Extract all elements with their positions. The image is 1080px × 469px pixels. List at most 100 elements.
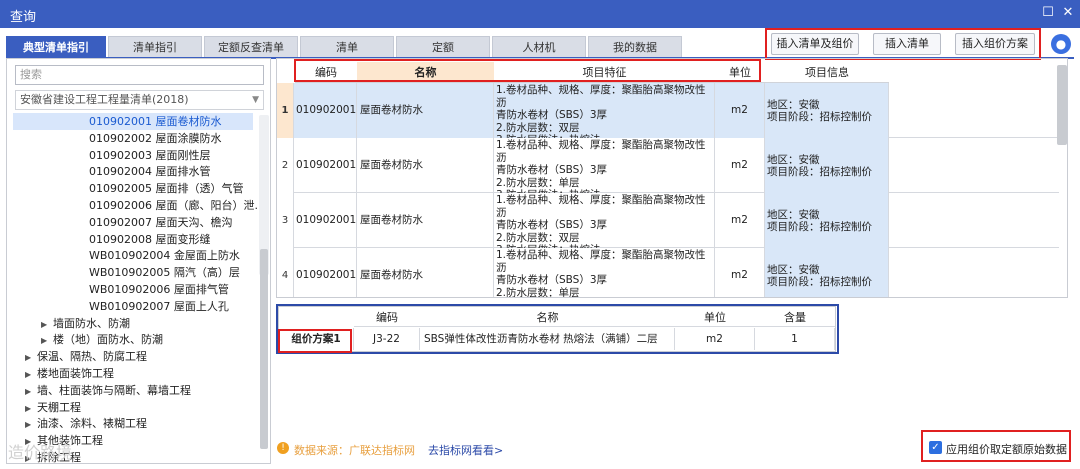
chevron-right-icon[interactable]: ▶ (25, 349, 37, 366)
tree-item[interactable]: 010902008 屋面变形缝 (89, 231, 210, 248)
tab-typical-list[interactable]: 典型清单指引 (6, 36, 106, 58)
cell-name[interactable]: 屋面卷材防水 (357, 193, 494, 248)
tree-item-label: 010902003 屋面刚性层 (89, 148, 211, 162)
tree-item-label: 010902008 屋面变形缝 (89, 232, 211, 246)
info-icon: ! (277, 442, 289, 454)
cell-info[interactable]: 地区：安徽 项目阶段：招标控制价 (765, 193, 889, 248)
cell-name[interactable]: 屋面卷材防水 (357, 83, 494, 138)
grid-scrollbar-thumb[interactable] (1057, 65, 1067, 145)
tree-item[interactable]: ▶ 墙、柱面装饰与隔断、幕墙工程 (25, 382, 191, 399)
maximize-icon[interactable]: ☐ (1040, 5, 1056, 21)
cell-name[interactable]: 屋面卷材防水 (357, 248, 494, 297)
tree-item[interactable]: 010902002 屋面涂膜防水 (89, 130, 221, 147)
plan-header-code: 编码 (354, 309, 420, 327)
tab-list-guide[interactable]: 清单指引 (108, 36, 202, 58)
cell-info[interactable]: 地区：安徽 项目阶段：招标控制价 (765, 248, 889, 297)
cell-code[interactable]: 010902001 (294, 138, 357, 193)
tab-quota[interactable]: 定额 (396, 36, 490, 58)
tree-item[interactable]: ▶ 天棚工程 (25, 399, 81, 416)
feature-line: 2.防水层数：双层 (496, 231, 580, 244)
cell-unit[interactable]: m2 (715, 138, 765, 193)
user-avatar-icon[interactable]: ● (1051, 34, 1071, 54)
row-number: 4 (277, 248, 294, 297)
index-site-link[interactable]: 去指标网看看> (428, 442, 503, 458)
cell-feature[interactable]: 1.卷材品种、规格、厚度：聚酯胎高聚物改性沥 青防水卷材（SBS）3厚 2.防水层数… (494, 193, 715, 248)
insert-list-and-price-button[interactable]: 插入清单及组价 (771, 33, 859, 55)
tree-item[interactable]: ▶ 楼（地）面防水、防潮 (41, 331, 163, 348)
chevron-right-icon[interactable]: ▶ (25, 416, 37, 433)
tab-materials[interactable]: 人材机 (492, 36, 586, 58)
search-input[interactable]: 搜索 (15, 65, 264, 85)
tree-item[interactable]: ▶ 墙面防水、防潮 (41, 315, 130, 332)
cell-unit[interactable]: m2 (715, 193, 765, 248)
tree-item[interactable]: ▶ 楼地面装饰工程 (25, 365, 114, 382)
info-line: 地区：安徽 (767, 209, 820, 221)
chevron-right-icon[interactable]: ▶ (41, 316, 53, 333)
tree-item[interactable]: WB010902004 金屋面上防水 (89, 247, 240, 264)
cell-code[interactable]: 010902001 (294, 248, 357, 297)
cell-unit[interactable]: m2 (715, 83, 765, 138)
tree-item-label: 010902005 屋面排（透）气管 (89, 182, 244, 196)
feature-line: 2.防水层数：单层 (496, 176, 580, 189)
table-row[interactable]: 4 010902001 屋面卷材防水 1.卷材品种、规格、厚度：聚酯胎高聚物改性沥 青防… (277, 248, 1059, 297)
plan-name[interactable]: SBS弹性体改性沥青防水卷材 热熔法（满铺）二层 (420, 328, 675, 350)
cell-unit[interactable]: m2 (715, 248, 765, 297)
tree-item[interactable]: 010902001 屋面卷材防水 (13, 113, 253, 130)
tree-scrollbar-thumb[interactable] (260, 249, 268, 449)
tree-item[interactable]: 010902006 屋面（廊、阳台）泄... (89, 197, 265, 214)
plan-unit[interactable]: m2 (675, 328, 755, 350)
tree-item[interactable]: ▶ 油漆、涂料、裱糊工程 (25, 415, 147, 432)
tree-item-label: 墙面防水、防潮 (53, 316, 130, 330)
tree-item[interactable]: 010902007 屋面天沟、檐沟 (89, 214, 232, 231)
plan-header-name: 名称 (420, 309, 675, 327)
table-row[interactable]: 3 010902001 屋面卷材防水 1.卷材品种、规格、厚度：聚酯胎高聚物改性沥 青防… (277, 193, 1059, 248)
data-source-text: 数据来源：广联达指标网 (294, 444, 415, 457)
apply-label: 应用组价取定额原始数据 (946, 443, 1067, 456)
cell-feature[interactable]: 1.卷材品种、规格、厚度：聚酯胎高聚物改性沥 青防水卷材（SBS）3厚 2.防水层数… (494, 83, 715, 138)
tree-item-label: 油漆、涂料、裱糊工程 (37, 417, 147, 431)
chevron-right-icon[interactable]: ▶ (41, 332, 53, 349)
cell-name[interactable]: 屋面卷材防水 (357, 138, 494, 193)
plan-qty[interactable]: 1 (755, 328, 835, 350)
tab-quota-reverse[interactable]: 定额反查清单 (204, 36, 298, 58)
tab-my-data[interactable]: 我的数据 (588, 36, 682, 58)
insert-plan-button[interactable]: 插入组价方案 (955, 33, 1035, 55)
standard-select[interactable]: 安徽省建设工程工程量清单(2018) ▼ (15, 90, 264, 110)
tab-list[interactable]: 清单 (300, 36, 394, 58)
feature-line: 2.防水层数：双层 (496, 121, 580, 134)
plan-code[interactable]: J3-22 (354, 328, 420, 350)
cell-info[interactable]: 地区：安徽 项目阶段：招标控制价 (765, 138, 889, 193)
feature-line: 青防水卷材（SBS）3厚 (496, 109, 608, 121)
tree-item[interactable]: WB010902006 屋面排气管 (89, 281, 229, 298)
tree-item[interactable]: ▶ 保温、隔热、防腐工程 (25, 348, 147, 365)
cell-feature[interactable]: 1.卷材品种、规格、厚度：聚酯胎高聚物改性沥 青防水卷材（SBS）3厚 2.防水层数… (494, 248, 715, 297)
highlight-plan-label-box (278, 329, 352, 353)
apply-checkbox[interactable]: ✓ (929, 441, 942, 454)
table-row[interactable]: 2 010902001 屋面卷材防水 1.卷材品种、规格、厚度：聚酯胎高聚物改性沥 青防… (277, 138, 1059, 193)
feature-line: 青防水卷材（SBS）3厚 (496, 274, 608, 286)
cell-feature[interactable]: 1.卷材品种、规格、厚度：聚酯胎高聚物改性沥 青防水卷材（SBS）3厚 2.防水层数… (494, 138, 715, 193)
tree-item[interactable]: 010902005 屋面排（透）气管 (89, 180, 243, 197)
cell-code[interactable]: 010902001 (294, 193, 357, 248)
col-header-info: 项目信息 (765, 62, 889, 83)
chevron-right-icon[interactable]: ▶ (25, 383, 37, 400)
tree-item[interactable]: 010902004 屋面排水管 (89, 163, 210, 180)
info-line: 项目阶段：招标控制价 (767, 111, 872, 123)
cell-info[interactable]: 地区：安徽 项目阶段：招标控制价 (765, 83, 889, 138)
feature-line: 青防水卷材（SBS）3厚 (496, 219, 608, 231)
highlight-header-box (294, 59, 761, 82)
tree-item[interactable]: WB010902005 隔汽（高）层 (89, 264, 240, 281)
chevron-right-icon[interactable]: ▶ (25, 366, 37, 383)
feature-line: 1.卷材品种、规格、厚度：聚酯胎高聚物改性沥 (496, 139, 706, 164)
tree-item-label: WB010902005 隔汽（高）层 (89, 266, 240, 280)
tree-item[interactable]: 010902003 屋面刚性层 (89, 147, 210, 164)
chevron-right-icon[interactable]: ▶ (25, 400, 37, 417)
tree-item-label: 010902007 屋面天沟、檐沟 (89, 215, 233, 229)
insert-list-button[interactable]: 插入清单 (873, 33, 941, 55)
tree-item[interactable]: WB010902007 屋面上人孔 (89, 298, 229, 315)
row-number: 3 (277, 193, 294, 248)
table-row[interactable]: 1 010902001 屋面卷材防水 1.卷材品种、规格、厚度：聚酯胎高聚物改性沥 青防… (277, 83, 1059, 138)
cell-code[interactable]: 010902001 (294, 83, 357, 138)
close-icon[interactable]: ✕ (1060, 5, 1076, 21)
feature-line: 1.卷材品种、规格、厚度：聚酯胎高聚物改性沥 (496, 84, 706, 109)
